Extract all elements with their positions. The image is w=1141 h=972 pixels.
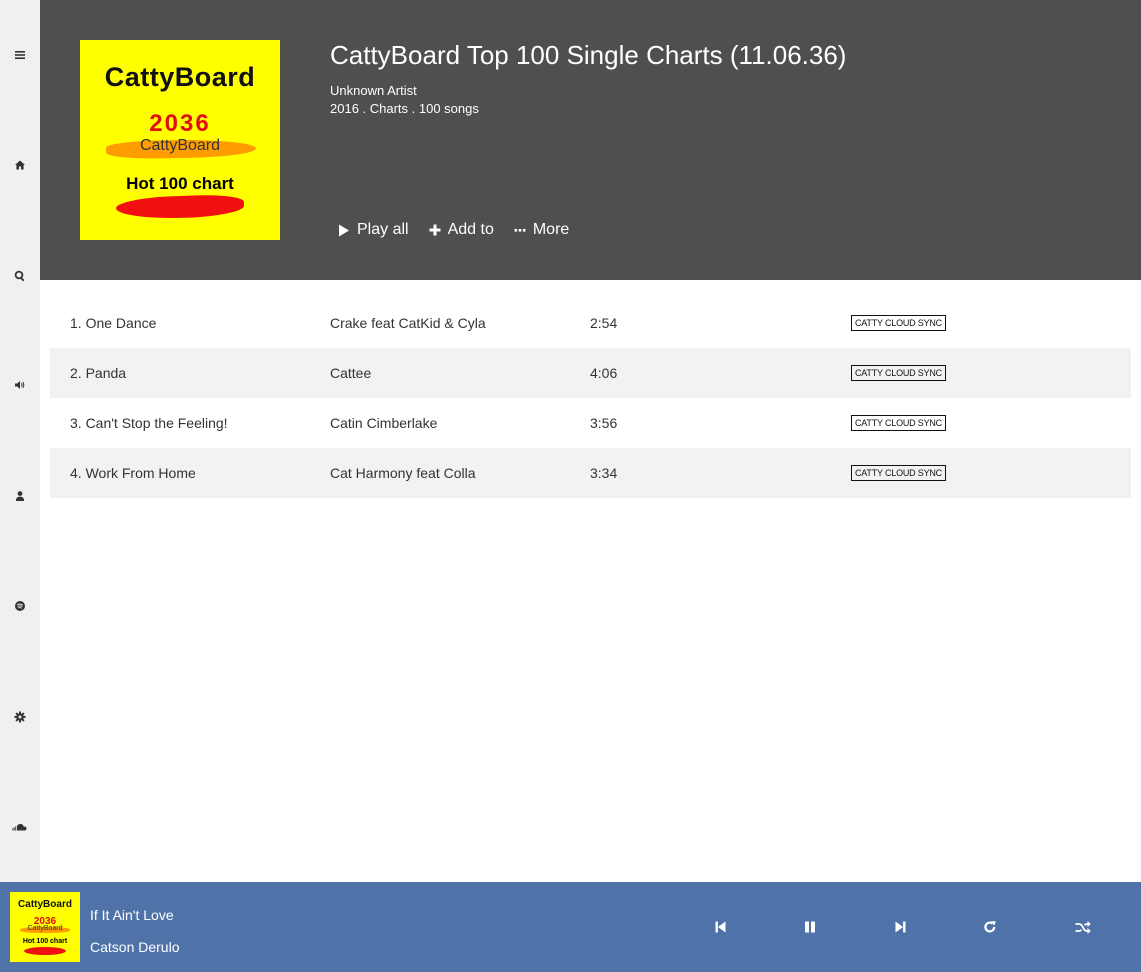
repeat-button[interactable] <box>980 918 1000 936</box>
next-button[interactable] <box>890 918 910 936</box>
cover-year-text: 2036 <box>149 110 211 137</box>
track-row[interactable]: 3. Can't Stop the Feeling! Catin Cimberl… <box>50 398 1131 448</box>
user-icon[interactable] <box>0 486 40 506</box>
album-cover: CattyBoard 2036 CattyBoard Hot 100 chart <box>80 40 280 240</box>
track-artist[interactable]: Cat Harmony feat Colla <box>330 465 476 481</box>
now-playing-artist[interactable]: Catson Derulo <box>90 939 180 955</box>
cover-red-stroke <box>115 193 245 221</box>
cover-brand-text: CattyBoard <box>104 62 256 92</box>
source-badge: CATTY CLOUD SYNC <box>851 465 946 481</box>
source-badge: CATTY CLOUD SYNC <box>851 365 946 381</box>
volume-icon[interactable] <box>0 375 40 395</box>
add-to-button[interactable]: Add to <box>429 221 494 239</box>
pause-button[interactable] <box>800 918 820 936</box>
ellipsis-icon <box>514 229 526 232</box>
shuffle-icon <box>1075 920 1091 934</box>
album-title: CattyBoard Top 100 Single Charts (11.06.… <box>330 40 847 70</box>
album-artist[interactable]: Unknown Artist <box>330 83 417 98</box>
pause-icon <box>805 921 815 933</box>
track-title[interactable]: 2. Panda <box>70 365 126 381</box>
menu-icon[interactable] <box>0 45 40 65</box>
play-icon <box>339 224 349 236</box>
track-duration: 4:06 <box>590 365 618 381</box>
search-icon[interactable] <box>0 266 40 286</box>
track-title[interactable]: 1. One Dance <box>70 315 156 331</box>
spotify-icon[interactable] <box>0 596 40 616</box>
track-row[interactable]: 2. Panda Cattee 4:06 CATTY CLOUD SYNC <box>50 348 1131 398</box>
previous-button[interactable] <box>710 918 730 936</box>
track-duration: 2:54 <box>590 315 618 331</box>
play-all-button[interactable]: Play all <box>338 221 409 239</box>
track-list: 1. One Dance Crake feat CatKid & Cyla 2:… <box>50 298 1131 498</box>
cover-hot-text: Hot 100 chart <box>22 938 68 945</box>
album-meta: 2016 . Charts . 100 songs <box>330 101 479 116</box>
album-header: CattyBoard 2036 CattyBoard Hot 100 chart… <box>40 0 1141 280</box>
cover-sub-text: CattyBoard <box>27 925 63 932</box>
track-duration: 3:56 <box>590 415 618 431</box>
track-title[interactable]: 3. Can't Stop the Feeling! <box>70 415 228 431</box>
track-artist[interactable]: Catin Cimberlake <box>330 415 437 431</box>
sidebar <box>0 0 40 882</box>
more-label: More <box>532 221 570 238</box>
player-bar: CattyBoard 2036 CattyBoard Hot 100 chart… <box>0 882 1141 972</box>
track-title[interactable]: 4. Work From Home <box>70 465 196 481</box>
cover-red-stroke <box>24 947 66 955</box>
track-row[interactable]: 1. One Dance Crake feat CatKid & Cyla 2:… <box>50 298 1131 348</box>
source-badge: CATTY CLOUD SYNC <box>851 315 946 331</box>
play-all-label: Play all <box>357 221 409 238</box>
source-badge: CATTY CLOUD SYNC <box>851 415 946 431</box>
track-duration: 3:34 <box>590 465 618 481</box>
previous-icon <box>715 921 725 933</box>
next-icon <box>895 921 905 933</box>
plus-icon <box>429 224 441 236</box>
album-actions: Play all Add to More <box>338 221 589 239</box>
add-to-label: Add to <box>447 221 494 238</box>
cover-brand-text: CattyBoard <box>18 899 72 910</box>
track-row[interactable]: 4. Work From Home Cat Harmony feat Colla… <box>50 448 1131 498</box>
gear-icon[interactable] <box>0 707 40 727</box>
track-artist[interactable]: Cattee <box>330 365 371 381</box>
more-button[interactable]: More <box>514 221 569 239</box>
cover-sub-text: CattyBoard <box>139 137 221 154</box>
now-playing-cover[interactable]: CattyBoard 2036 CattyBoard Hot 100 chart <box>10 892 80 962</box>
repeat-icon <box>984 921 996 933</box>
home-icon[interactable] <box>0 155 40 175</box>
soundcloud-icon[interactable] <box>0 817 40 837</box>
cover-hot-text: Hot 100 chart <box>126 174 234 193</box>
now-playing-title[interactable]: If It Ain't Love <box>90 907 174 923</box>
shuffle-button[interactable] <box>1073 918 1093 936</box>
track-artist[interactable]: Crake feat CatKid & Cyla <box>330 315 486 331</box>
